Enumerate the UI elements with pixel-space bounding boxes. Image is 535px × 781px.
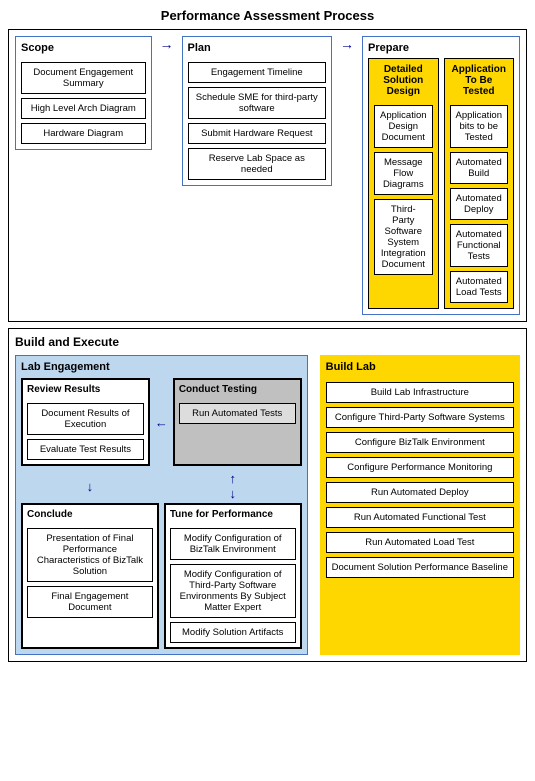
scope-item-1: Document Engagement Summary	[21, 62, 146, 94]
lab-engagement-title: Lab Engagement	[21, 361, 302, 373]
main-title: Performance Assessment Process	[8, 8, 527, 23]
build-item-6: Run Automated Functional Test	[326, 507, 514, 528]
tune-performance-box: Tune for Performance Modify Configuratio…	[164, 503, 302, 649]
build-item-1: Build Lab Infrastructure	[326, 382, 514, 403]
conclude-box: Conclude Presentation of Final Performan…	[21, 503, 159, 649]
conclude-item-2: Final Engagement Document	[27, 586, 153, 618]
build-item-7: Run Automated Load Test	[326, 532, 514, 553]
app-item-4: Automated Functional Tests	[450, 224, 508, 267]
plan-item-1: Engagement Timeline	[188, 62, 327, 83]
plan-label: Plan	[188, 42, 327, 54]
lab-engagement: Lab Engagement Review Results Document R…	[15, 355, 308, 655]
review-item-1: Document Results of Execution	[27, 403, 144, 435]
app-tested-title: Application To Be Tested	[450, 64, 508, 97]
arrow-scope-to-plan: →	[158, 36, 176, 52]
prepare-column: Prepare Detailed Solution Design Applica…	[362, 36, 520, 315]
top-section: Scope Document Engagement Summary High L…	[8, 29, 527, 322]
arrow-conduct-to-review: ←	[155, 378, 168, 466]
build-lab-column: Build Lab Build Lab Infrastructure Confi…	[320, 355, 520, 655]
arrow-conduct-down: ↓	[229, 486, 236, 501]
build-item-5: Run Automated Deploy	[326, 482, 514, 503]
detailed-design-group: Detailed Solution Design Application Des…	[368, 58, 438, 309]
plan-item-4: Reserve Lab Space as needed	[188, 148, 327, 180]
tune-item-2: Modify Configuration of Third-Party Soft…	[170, 564, 296, 618]
plan-item-3: Submit Hardware Request	[188, 123, 327, 144]
prepare-label: Prepare	[368, 42, 514, 54]
arrow-conduct-up: ↑	[229, 471, 236, 486]
design-item-2: Message Flow Diagrams	[374, 152, 432, 195]
arrow-plan-to-prepare: →	[338, 36, 356, 52]
design-item-1: Application Design Document	[374, 105, 432, 148]
tune-item-1: Modify Configuration of BizTalk Environm…	[170, 528, 296, 560]
tune-title: Tune for Performance	[170, 509, 296, 520]
review-results-title: Review Results	[27, 384, 144, 395]
detailed-design-title: Detailed Solution Design	[374, 64, 432, 97]
build-item-2: Configure Third-Party Software Systems	[326, 407, 514, 428]
conduct-testing-title: Conduct Testing	[179, 384, 296, 395]
build-item-3: Configure BizTalk Environment	[326, 432, 514, 453]
tune-item-3: Modify Solution Artifacts	[170, 622, 296, 643]
review-results-box: Review Results Document Results of Execu…	[21, 378, 150, 466]
conclude-title: Conclude	[27, 509, 153, 520]
scope-label: Scope	[21, 42, 146, 54]
conduct-item-1: Run Automated Tests	[179, 403, 296, 424]
build-item-8: Document Solution Performance Baseline	[326, 557, 514, 578]
conclude-item-1: Presentation of Final Performance Charac…	[27, 528, 153, 582]
plan-column: Plan Engagement Timeline Schedule SME fo…	[182, 36, 333, 186]
scope-item-3: Hardware Diagram	[21, 123, 146, 144]
review-item-2: Evaluate Test Results	[27, 439, 144, 460]
bottom-title: Build and Execute	[15, 335, 520, 349]
app-tested-group: Application To Be Tested Application bit…	[444, 58, 514, 309]
app-item-2: Automated Build	[450, 152, 508, 184]
design-item-3: Third-Party Software System Integration …	[374, 199, 432, 275]
scope-item-2: High Level Arch Diagram	[21, 98, 146, 119]
app-item-1: Application bits to be Tested	[450, 105, 508, 148]
bottom-section: Build and Execute Lab Engagement Review …	[8, 328, 527, 662]
build-item-4: Configure Performance Monitoring	[326, 457, 514, 478]
app-item-3: Automated Deploy	[450, 188, 508, 220]
arrow-review-down: ↓	[87, 479, 94, 494]
app-item-5: Automated Load Tests	[450, 271, 508, 303]
build-lab-title: Build Lab	[326, 361, 514, 373]
scope-column: Scope Document Engagement Summary High L…	[15, 36, 152, 150]
conduct-testing-box: Conduct Testing Run Automated Tests	[173, 378, 302, 466]
plan-item-2: Schedule SME for third-party software	[188, 87, 327, 119]
